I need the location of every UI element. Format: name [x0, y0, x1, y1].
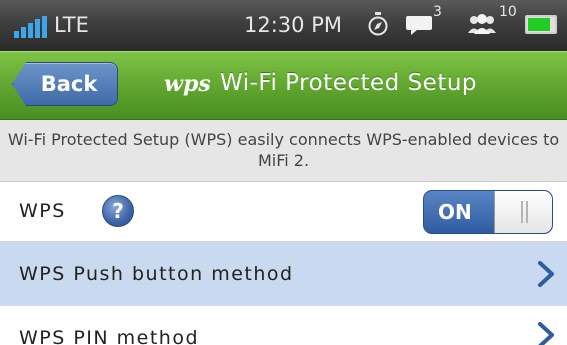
wps-setting-row: WPS ? ON: [0, 182, 567, 242]
push-button-method-label: WPS Push button method: [19, 263, 294, 285]
title-bar: Back wps Wi-Fi Protected Setup: [0, 51, 567, 120]
chevron-right-icon: [538, 261, 554, 287]
users-icon: [468, 14, 496, 34]
battery-level: [528, 18, 551, 31]
push-button-method-row[interactable]: WPS Push button method: [0, 242, 567, 306]
status-bar: LTE 12:30 PM 3 10: [0, 0, 567, 51]
page-title: Wi-Fi Protected Setup: [220, 70, 478, 96]
compass-icon: [368, 12, 388, 36]
battery-icon: [525, 15, 557, 34]
wps-logo: wps: [164, 71, 211, 97]
message-icon: [406, 16, 432, 35]
clock: 12:30 PM: [244, 13, 342, 37]
toggle-knob: [494, 191, 552, 233]
description-text: Wi-Fi Protected Setup (WPS) easily conne…: [0, 120, 567, 182]
wps-label: WPS: [19, 200, 66, 222]
signal-bars-icon: [14, 16, 47, 38]
help-icon[interactable]: ?: [102, 195, 134, 227]
back-button[interactable]: Back: [12, 62, 118, 106]
wps-toggle[interactable]: ON: [423, 190, 553, 234]
pin-method-row[interactable]: WPS PIN method: [0, 306, 567, 345]
network-type: LTE: [54, 13, 89, 37]
toggle-state-label: ON: [438, 200, 472, 224]
chevron-right-icon: [538, 322, 554, 345]
pin-method-label: WPS PIN method: [19, 327, 200, 345]
message-count: 3: [433, 4, 442, 20]
user-count: 10: [499, 4, 517, 20]
